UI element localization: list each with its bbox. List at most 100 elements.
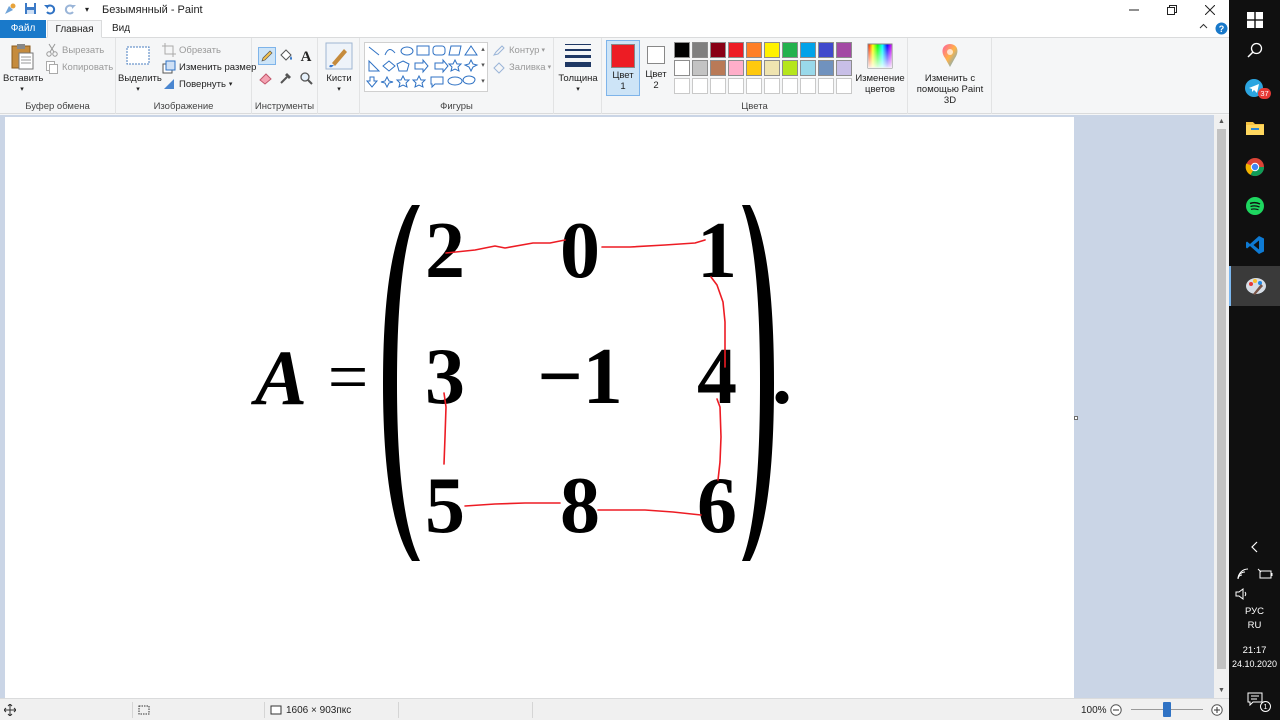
palette-swatch[interactable] [818, 60, 834, 76]
show-hidden-icons-button[interactable] [1229, 535, 1280, 559]
vertical-scrollbar[interactable]: ▲ ▼ [1214, 115, 1229, 698]
palette-swatch[interactable] [818, 42, 834, 58]
matrix-name: A [250, 334, 307, 421]
magnifier-tool[interactable] [298, 70, 316, 88]
select-button[interactable]: Выделить ▾ [118, 41, 162, 95]
custom-color-slot[interactable] [692, 78, 708, 94]
palette-swatch[interactable] [728, 60, 744, 76]
palette-swatch[interactable] [710, 60, 726, 76]
shapes-scroll[interactable]: ▴ ▾ ▾ [478, 42, 488, 92]
battery-icon[interactable] [1257, 568, 1273, 580]
eraser-tool[interactable] [258, 70, 276, 88]
brushes-button[interactable]: Кисти ▾ [322, 41, 356, 95]
size-button[interactable]: Толщина ▾ [558, 41, 598, 95]
palette-swatch[interactable] [800, 42, 816, 58]
custom-color-slot[interactable] [710, 78, 726, 94]
color2-button[interactable]: Цвет 2 [642, 40, 670, 96]
shapes-gallery[interactable] [364, 42, 488, 92]
paint3d-group: Изменить с помощью Paint 3D [908, 38, 992, 114]
drawing-canvas[interactable]: A = 2 0 1 3 −1 4 5 8 6 . [5, 117, 1074, 698]
zoom-out-button[interactable] [1110, 699, 1122, 720]
palette-swatch[interactable] [728, 42, 744, 58]
save-icon[interactable] [22, 2, 38, 18]
copy-button[interactable]: Копировать [45, 59, 113, 75]
chrome-taskbar-app[interactable] [1229, 147, 1280, 187]
custom-color-slot[interactable] [836, 78, 852, 94]
redo-icon[interactable] [62, 2, 78, 18]
file-explorer-taskbar-app[interactable] [1229, 108, 1280, 148]
paint3d-button[interactable]: Изменить с помощью Paint 3D [910, 41, 990, 106]
help-icon[interactable]: ? [1214, 22, 1228, 36]
palette-swatch[interactable] [692, 60, 708, 76]
canvas-resize-handle-right[interactable] [1074, 416, 1078, 420]
custom-color-slot[interactable] [764, 78, 780, 94]
text-tool[interactable]: A [298, 47, 316, 65]
rotate-button[interactable]: Повернуть ▾ [162, 76, 232, 92]
fill-tool[interactable] [278, 47, 296, 65]
outline-button[interactable]: Контур ▾ [492, 42, 545, 58]
action-center-button[interactable]: 1 [1229, 684, 1280, 714]
close-button[interactable] [1191, 0, 1229, 20]
palette-swatch[interactable] [746, 42, 762, 58]
customize-toolbar-icon[interactable]: ▾ [82, 2, 92, 18]
palette-swatch[interactable] [782, 60, 798, 76]
paste-dropdown-icon: ▾ [20, 86, 24, 93]
edit-colors-button[interactable]: Изменение цветов [854, 41, 906, 95]
collapse-ribbon-icon[interactable] [1196, 22, 1210, 36]
crop-button[interactable]: Обрезать [162, 42, 221, 58]
paint-taskbar-app[interactable] [1229, 266, 1280, 306]
spotify-taskbar-app[interactable] [1229, 186, 1280, 226]
color1-button[interactable]: Цвет 1 [606, 40, 640, 96]
tab-view[interactable]: Вид [104, 20, 138, 38]
palette-swatch[interactable] [836, 42, 852, 58]
palette-swatch[interactable] [674, 60, 690, 76]
resize-button[interactable]: Изменить размер [162, 59, 256, 75]
custom-color-slot[interactable] [800, 78, 816, 94]
palette-swatch[interactable] [710, 42, 726, 58]
zoom-slider-thumb[interactable] [1163, 702, 1171, 717]
shapes-group: ▴ ▾ ▾ Контур ▾ Заливка ▾ Фигуры [360, 38, 554, 114]
minimize-button[interactable] [1115, 0, 1153, 20]
paint-app-icon[interactable] [2, 2, 18, 18]
zoom-in-button[interactable] [1211, 699, 1223, 720]
custom-color-slot[interactable] [728, 78, 744, 94]
pencil-tool[interactable] [258, 47, 276, 65]
undo-icon[interactable] [42, 2, 58, 18]
selection-size-icon [138, 699, 150, 720]
palette-swatch[interactable] [836, 60, 852, 76]
palette-swatch[interactable] [800, 60, 816, 76]
custom-color-slot[interactable] [818, 78, 834, 94]
custom-color-slot[interactable] [782, 78, 798, 94]
paste-button[interactable]: Вставить ▾ [3, 41, 43, 95]
wifi-icon[interactable] [1237, 568, 1249, 580]
outline-icon [492, 43, 506, 57]
custom-color-slot[interactable] [746, 78, 762, 94]
input-language-indicator[interactable]: РУС RU [1229, 606, 1280, 631]
palette-swatch[interactable] [746, 60, 762, 76]
search-button[interactable] [1229, 30, 1280, 70]
scroll-up-icon[interactable]: ▲ [1214, 115, 1229, 129]
color-picker-tool[interactable] [278, 70, 296, 88]
tab-home[interactable]: Главная [47, 20, 102, 38]
edit-colors-label-1: Изменение [855, 73, 905, 84]
palette-swatch[interactable] [764, 60, 780, 76]
palette-swatch[interactable] [782, 42, 798, 58]
restore-button[interactable] [1153, 0, 1191, 20]
cut-button[interactable]: Вырезать [45, 42, 104, 58]
canvas-size-icon [270, 705, 282, 715]
red-line-0-to-1 [601, 239, 706, 248]
volume-icon[interactable] [1235, 588, 1249, 603]
fill-button[interactable]: Заливка ▾ [492, 59, 551, 75]
scroll-down-icon[interactable]: ▼ [1214, 684, 1229, 698]
tools-group: A Инструменты [252, 38, 318, 114]
tab-file[interactable]: Файл [0, 20, 46, 38]
palette-swatch[interactable] [674, 42, 690, 58]
palette-swatch[interactable] [692, 42, 708, 58]
vscode-taskbar-app[interactable] [1229, 225, 1280, 265]
palette-swatch[interactable] [764, 42, 780, 58]
custom-color-slot[interactable] [674, 78, 690, 94]
telegram-taskbar-app[interactable]: 37 [1229, 68, 1280, 108]
zoom-slider[interactable] [1131, 699, 1203, 720]
clock[interactable]: 21:17 24.10.2020 [1229, 645, 1280, 669]
scrollbar-thumb[interactable] [1217, 129, 1226, 669]
